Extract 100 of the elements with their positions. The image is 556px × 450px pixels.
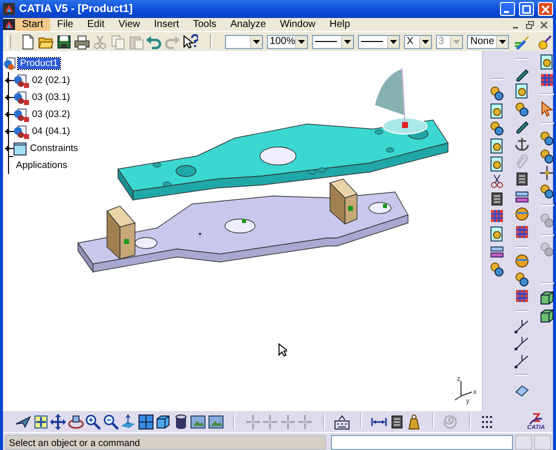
gears-icon[interactable] [489, 85, 505, 102]
status-message: Select an object or a command [5, 435, 326, 450]
dropdown[interactable] [224, 34, 263, 48]
cube-icon[interactable] [155, 414, 171, 430]
tree-item[interactable]: 02 (02.1) [30, 75, 72, 86]
block-icon[interactable] [539, 290, 555, 306]
expand-icon[interactable] [5, 112, 10, 117]
plane-icon[interactable] [15, 414, 31, 430]
print-icon[interactable] [74, 34, 90, 50]
dropdown-arrow-icon[interactable] [422, 40, 429, 44]
gears-icon[interactable] [539, 182, 555, 199]
menu-item[interactable]: Analyze [223, 18, 273, 31]
weight-icon[interactable] [406, 414, 422, 430]
document-gear-icon[interactable] [489, 138, 505, 154]
sheet-icon[interactable] [514, 171, 530, 188]
sketch-line-icon[interactable] [514, 318, 530, 334]
stacked-parts-icon[interactable] [489, 244, 505, 260]
tree-item[interactable]: 03 (03.2) [30, 109, 72, 120]
gears-icon[interactable] [489, 261, 505, 278]
document-icon[interactable] [20, 34, 36, 50]
tree-item[interactable]: Constraints [28, 143, 80, 154]
normal-view-icon[interactable] [120, 414, 136, 430]
anchor-icon[interactable] [514, 136, 530, 152]
tree-item[interactable]: Product1 [18, 58, 60, 69]
expand-icon[interactable] [5, 95, 10, 100]
menu-item[interactable]: Insert [146, 18, 186, 31]
expand-icon[interactable] [5, 146, 10, 151]
mouse-cursor-icon [279, 344, 288, 356]
dropdown[interactable] [312, 34, 354, 48]
dropdown-arrow-icon[interactable] [344, 40, 352, 44]
grid-icon[interactable] [489, 208, 505, 224]
part-icon [13, 74, 29, 88]
gears-icon[interactable] [539, 148, 555, 164]
document-gear-icon[interactable] [489, 226, 505, 242]
dropdown-arrow-icon[interactable] [298, 40, 306, 44]
keyboard-icon[interactable] [334, 414, 350, 430]
image-icon[interactable] [208, 414, 224, 430]
fit-all-icon[interactable] [32, 414, 48, 430]
document-gear-icon[interactable] [489, 156, 505, 172]
menu-item[interactable]: File [50, 18, 80, 31]
document-gear-icon[interactable] [514, 83, 530, 100]
compass-drawing [375, 68, 428, 134]
menu-item[interactable]: View [111, 18, 147, 31]
sheet-icon[interactable] [388, 414, 404, 430]
dropdown-arrow-icon[interactable] [390, 40, 397, 44]
gears-icon[interactable] [514, 270, 530, 287]
dropdown[interactable]: X [404, 34, 432, 48]
save-icon[interactable] [56, 34, 72, 50]
menu-item[interactable]: Window [272, 18, 323, 31]
pointer-help-icon[interactable] [182, 34, 198, 50]
scissors-icon[interactable] [489, 173, 505, 190]
dropdown-arrow-icon[interactable] [499, 40, 506, 44]
app-icon[interactable] [3, 19, 15, 30]
gears-icon[interactable] [514, 100, 530, 117]
sphere-icon[interactable] [514, 206, 530, 222]
expand-icon[interactable] [5, 129, 10, 134]
undo-icon[interactable] [146, 34, 162, 50]
part-icon [13, 90, 29, 104]
sketch-line-icon[interactable] [514, 335, 530, 352]
tree-item[interactable]: Applications [14, 160, 70, 171]
sphere-icon[interactable] [514, 253, 530, 270]
pan-icon[interactable] [50, 414, 66, 430]
four-views-icon[interactable] [138, 414, 154, 430]
zoom-in-icon[interactable] [85, 414, 101, 430]
grid-icon[interactable] [539, 72, 555, 88]
expand-icon[interactable] [5, 78, 10, 83]
cylinder-icon[interactable] [172, 414, 188, 430]
command-input[interactable] [331, 435, 514, 450]
block-icon[interactable] [539, 308, 555, 324]
maximize-button[interactable] [519, 2, 534, 16]
ball-icon[interactable] [536, 34, 552, 50]
gears-icon[interactable] [489, 120, 505, 136]
document-gear-icon[interactable] [539, 54, 555, 70]
menu-item[interactable]: Tools [186, 18, 224, 31]
document-gear-icon[interactable] [489, 102, 505, 119]
grid-icon[interactable] [514, 288, 530, 304]
dropdown[interactable] [358, 34, 400, 48]
gears-icon[interactable] [539, 130, 555, 146]
tree-item[interactable]: 04 (04.1) [30, 126, 72, 137]
dropdown-arrow-icon[interactable] [252, 40, 260, 44]
crosshair-icon[interactable] [539, 165, 555, 182]
maximize-icon[interactable] [522, 4, 531, 14]
dropdown[interactable]: None [467, 34, 510, 48]
constraints-icon [13, 142, 27, 156]
image-icon[interactable] [190, 414, 206, 430]
paint-brush-icon[interactable] [514, 34, 530, 50]
minimize-button[interactable] [500, 2, 515, 16]
app-icon [3, 3, 15, 15]
menu-item[interactable]: Edit [80, 18, 112, 31]
pointer-icon[interactable] [539, 100, 555, 117]
dropdown[interactable]: 100% [266, 34, 308, 48]
zoom-out-icon[interactable] [102, 414, 118, 430]
sheet-icon[interactable] [489, 190, 505, 207]
menu-item[interactable]: Start [15, 18, 50, 31]
sketch-line-icon[interactable] [514, 352, 530, 369]
menu-item[interactable]: Help [322, 18, 358, 31]
rotate-icon[interactable] [68, 414, 84, 430]
grid-icon[interactable] [514, 224, 530, 240]
stacked-parts-icon[interactable] [514, 188, 530, 205]
tree-item[interactable]: 03 (03.1) [30, 92, 72, 103]
